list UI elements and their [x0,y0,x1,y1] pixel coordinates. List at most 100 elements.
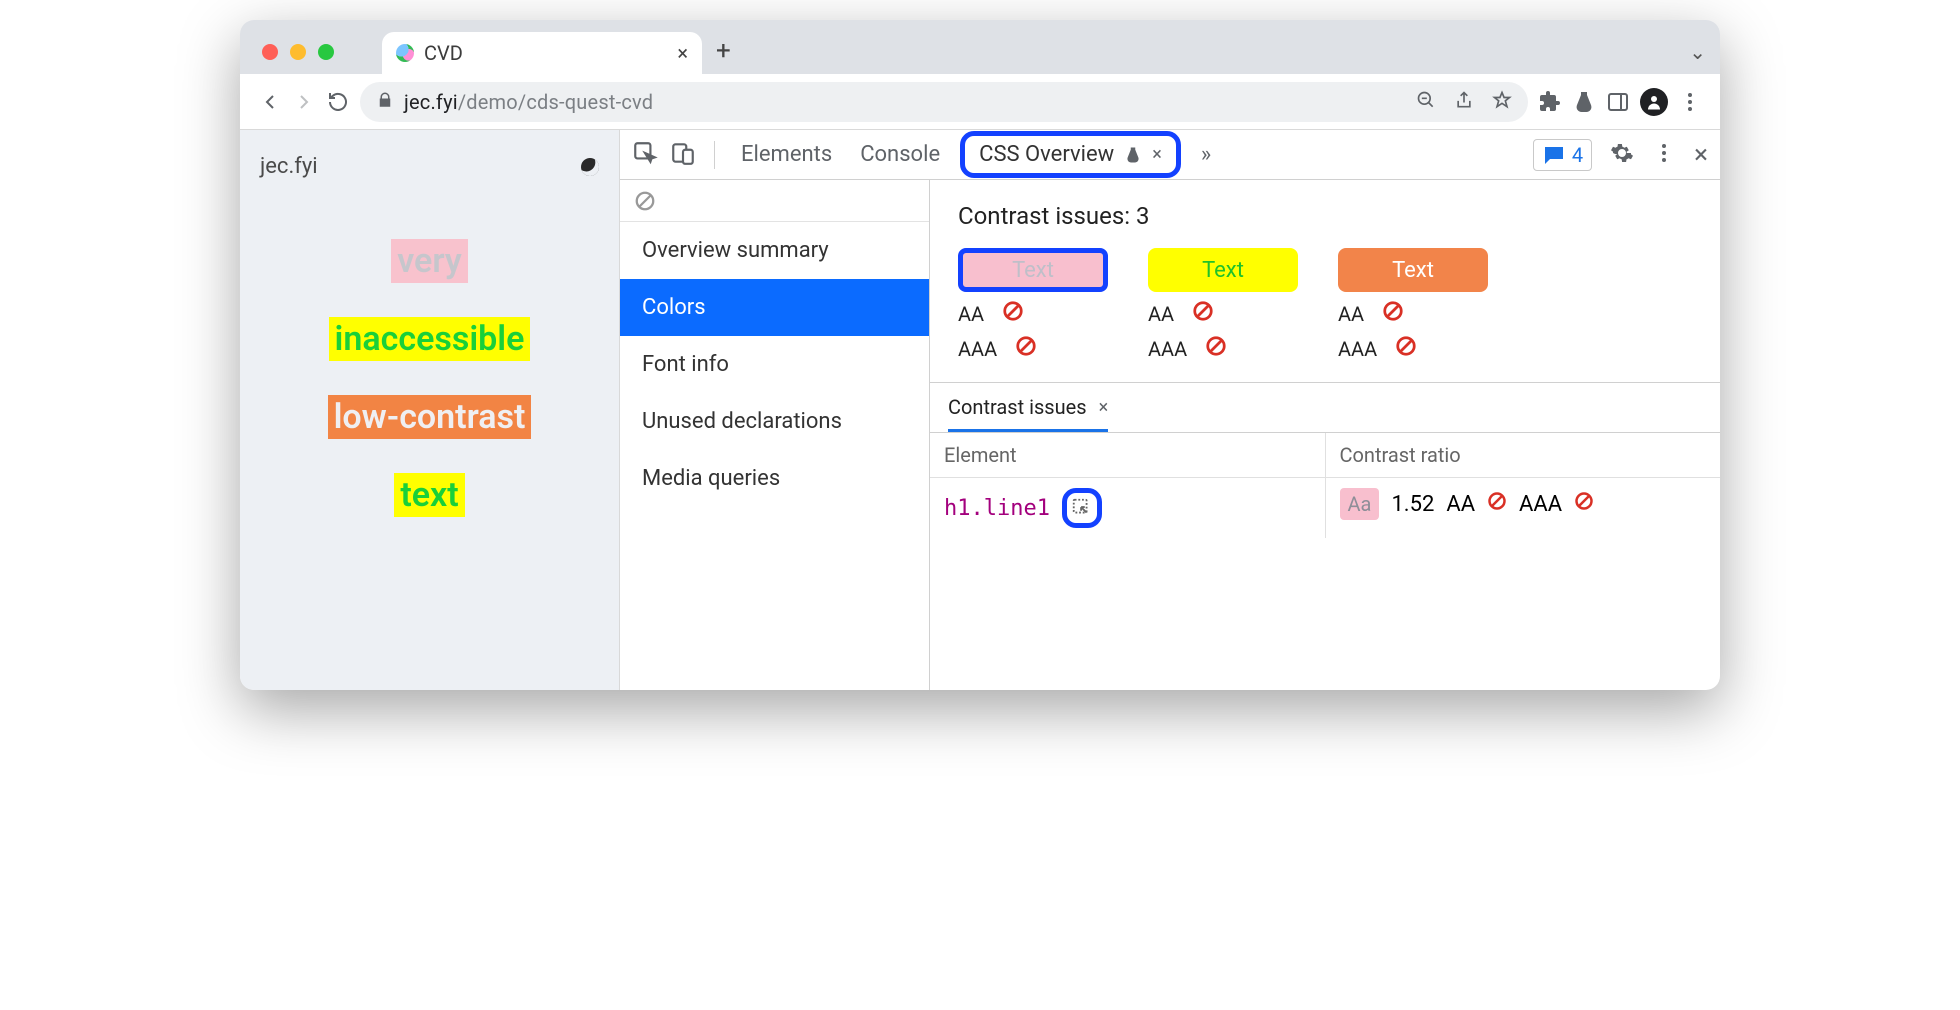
kebab-menu-icon[interactable] [1678,90,1702,114]
tab-css-overview[interactable]: CSS Overview × [960,131,1181,178]
more-tabs-button[interactable]: » [1201,142,1211,167]
content-area: jec.fyi very inaccessible low-contrast t… [240,130,1720,690]
table-row[interactable]: h1.line1 [930,478,1325,538]
page-header: jec.fyi [260,154,599,179]
contrast-swatch[interactable]: Text AA AAA [1338,248,1488,362]
issues-count: 4 [1572,143,1583,167]
devtools-panel: Elements Console CSS Overview × » 4 × [620,130,1720,690]
fail-icon [1395,335,1417,362]
close-window-button[interactable] [262,44,278,60]
demo-word: very [391,239,468,283]
close-tab-button[interactable]: × [677,41,688,65]
contrast-issues-table: Element h1.line1 Contrast ratio [930,432,1720,538]
fail-icon [1192,300,1214,327]
demo-words: very inaccessible low-contrast text [260,239,599,517]
bookmark-star-icon[interactable] [1492,90,1512,114]
subtab-contrast-issues[interactable]: Contrast issues × [948,395,1108,432]
flask-icon [1124,146,1142,164]
level-aaa: AAA [958,337,997,361]
url-host: jec.fyi [404,90,458,114]
window-controls [262,44,334,60]
tab-css-overview-label: CSS Overview [979,142,1114,167]
zoom-out-icon[interactable] [1416,90,1436,114]
browser-tab[interactable]: CVD × [382,32,702,74]
browser-toolbar: jec.fyi/demo/cds-quest-cvd [240,74,1720,130]
url-text: jec.fyi/demo/cds-quest-cvd [404,90,653,114]
fail-icon [1002,300,1024,327]
tab-console[interactable]: Console [852,136,948,173]
tab-strip: CVD × + ⌄ [240,20,1720,74]
contrast-count: 3 [1136,202,1150,230]
labs-icon[interactable] [1572,90,1596,114]
swatch-sample: Text [958,248,1108,292]
lock-icon [376,91,394,113]
section-colors[interactable]: Colors [620,279,929,336]
sample-chip: Aa [1340,488,1380,520]
kebab-menu-icon[interactable] [1652,141,1676,169]
contrast-swatches: Text AA AAA Text AA AAA Text AA AAA [930,248,1720,382]
element-name: h1.line1 [944,496,1050,521]
site-label: jec.fyi [260,154,318,179]
css-overview-main: Contrast issues: 3 Text AA AAA Text AA A… [930,180,1720,690]
rendered-page: jec.fyi very inaccessible low-contrast t… [240,130,620,690]
clear-icon [634,190,656,212]
hover-reveal-icon[interactable] [1062,488,1102,528]
address-bar[interactable]: jec.fyi/demo/cds-quest-cvd [360,82,1528,122]
ratio-aaa-label: AAA [1519,492,1562,517]
close-tab-icon[interactable]: × [1152,144,1162,165]
close-devtools-icon[interactable]: × [1694,140,1708,170]
dark-mode-toggle[interactable] [578,155,601,178]
sidepanel-icon[interactable] [1606,90,1630,114]
contrast-title-prefix: Contrast issues: [958,202,1136,230]
table-header-ratio: Contrast ratio [1326,433,1721,478]
forward-button[interactable] [292,90,316,114]
contrast-subtabs: Contrast issues × [930,382,1720,432]
minimize-window-button[interactable] [290,44,306,60]
issues-badge[interactable]: 4 [1533,139,1592,171]
contrast-swatch[interactable]: Text AA AAA [1148,248,1298,362]
reload-button[interactable] [326,90,350,114]
level-aaa: AAA [1338,337,1377,361]
tab-elements[interactable]: Elements [733,136,840,173]
browser-window: CVD × + ⌄ jec.fyi/demo/cds-quest-cvd [240,20,1720,690]
fail-icon [1205,335,1227,362]
clear-overview-button[interactable] [620,180,929,222]
contrast-issues-heading: Contrast issues: 3 [930,180,1720,248]
tab-overflow-button[interactable]: ⌄ [1689,40,1706,64]
gear-icon[interactable] [1610,141,1634,169]
ratio-value: 1.52 [1391,492,1434,517]
share-icon[interactable] [1454,90,1474,114]
level-aaa: AAA [1148,337,1187,361]
favicon-icon [396,44,414,62]
table-col-element: Element h1.line1 [930,433,1325,538]
demo-word: low-contrast [328,395,532,439]
subtab-label: Contrast issues [948,395,1087,419]
address-actions [1416,90,1512,114]
section-overview-summary[interactable]: Overview summary [620,222,929,279]
fail-icon [1015,335,1037,362]
section-font-info[interactable]: Font info [620,336,929,393]
extensions-icon[interactable] [1538,90,1562,114]
zoom-window-button[interactable] [318,44,334,60]
url-path: /demo/cds-quest-cvd [458,90,653,114]
contrast-swatch[interactable]: Text AA AAA [958,248,1108,362]
fail-icon [1382,300,1404,327]
close-subtab-icon[interactable]: × [1099,397,1109,418]
tab-title: CVD [424,41,463,65]
inspect-element-icon[interactable] [632,140,658,170]
level-aa: AA [1338,302,1364,326]
device-toggle-icon[interactable] [670,140,696,170]
devtools-body: Overview summary Colors Font info Unused… [620,180,1720,690]
swatch-sample: Text [1338,248,1488,292]
profile-avatar[interactable] [1640,88,1668,116]
level-aa: AA [1148,302,1174,326]
section-unused-declarations[interactable]: Unused declarations [620,393,929,450]
section-media-queries[interactable]: Media queries [620,450,929,507]
demo-word: text [394,473,464,517]
ratio-aa-label: AA [1446,492,1475,517]
back-button[interactable] [258,90,282,114]
new-tab-button[interactable]: + [716,36,731,66]
separator [714,141,715,169]
table-header-element: Element [930,433,1325,478]
fail-icon [1487,491,1507,517]
